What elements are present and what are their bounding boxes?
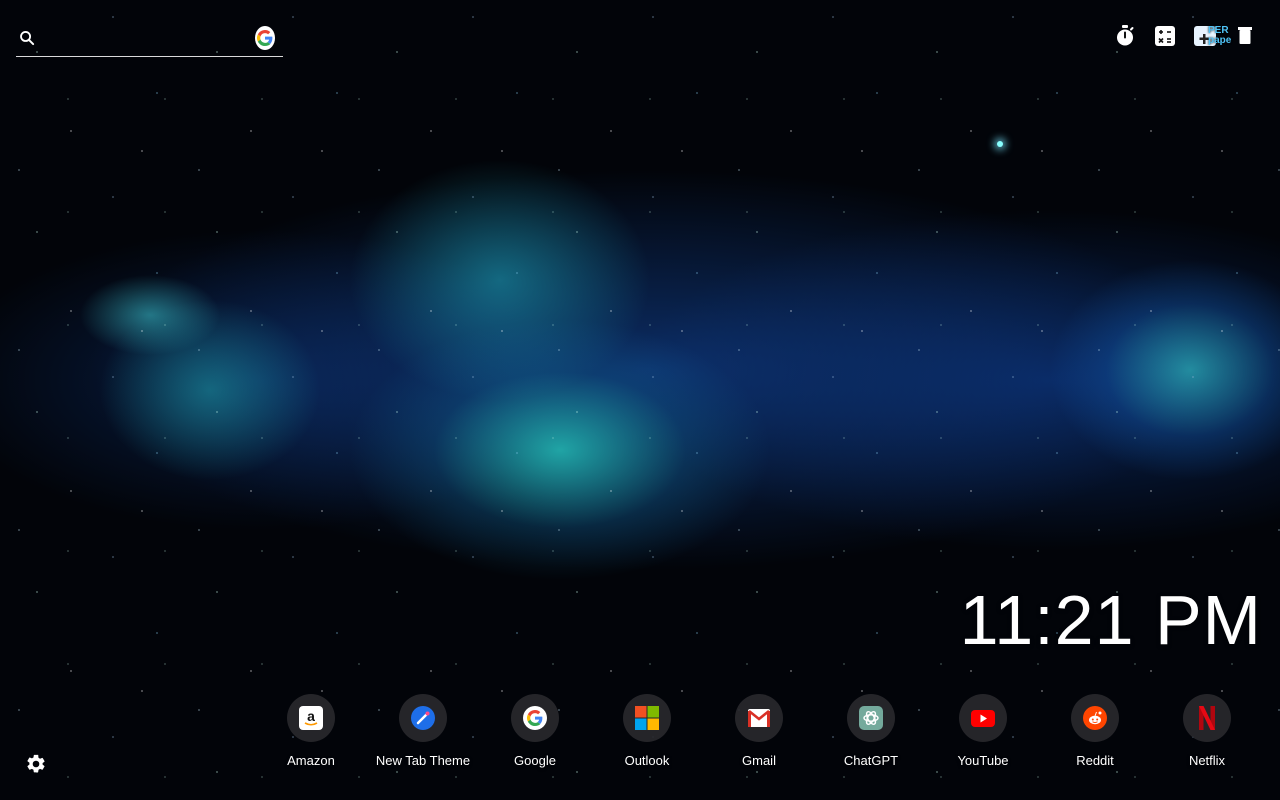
shortcut-label: Outlook [624, 753, 670, 768]
shortcut-amazon[interactable]: a Amazon [255, 694, 367, 768]
reddit-icon [1083, 706, 1107, 730]
chatgpt-icon [859, 706, 883, 730]
shortcut-netflix[interactable]: Netflix [1151, 694, 1263, 768]
shortcut-label: YouTube [957, 753, 1009, 768]
shortcut-youtube[interactable]: YouTube [927, 694, 1039, 768]
clock-time: 11:21 PM [959, 581, 1262, 659]
shortcut-tile[interactable] [847, 694, 895, 742]
trash-icon [1238, 27, 1252, 44]
search-icon[interactable] [18, 27, 36, 49]
shortcut-google[interactable]: Google [479, 694, 591, 768]
shortcut-label: New Tab Theme [375, 753, 471, 768]
gear-icon[interactable] [25, 753, 47, 775]
shortcut-tile[interactable] [511, 694, 559, 742]
shortcut-tile[interactable] [399, 694, 447, 742]
shortcut-tile[interactable]: a [287, 694, 335, 742]
google-icon [523, 706, 547, 730]
wallpaper-promo-icon[interactable]: PER pape [1194, 24, 1254, 48]
shortcut-tile[interactable] [1071, 694, 1119, 742]
bright-star [997, 141, 1003, 147]
shortcut-reddit[interactable]: Reddit [1039, 694, 1151, 768]
netflix-icon [1195, 706, 1219, 730]
shortcut-tile[interactable] [959, 694, 1007, 742]
shortcut-outlook[interactable]: Outlook [591, 694, 703, 768]
shortcut-label: Google [514, 753, 556, 768]
promo-text: PER pape [1208, 25, 1232, 46]
shortcut-bar: a Amazon New Tab Theme Google Outlook Gm… [255, 694, 1263, 768]
svg-text:a: a [307, 708, 315, 724]
stopwatch-icon[interactable] [1114, 25, 1136, 47]
shortcut-chatgpt[interactable]: ChatGPT [815, 694, 927, 768]
youtube-icon [971, 706, 995, 730]
shortcut-new-tab-theme[interactable]: New Tab Theme [367, 694, 479, 768]
gmail-icon [747, 706, 771, 730]
google-g-icon[interactable] [255, 26, 275, 50]
amazon-icon: a [299, 706, 323, 730]
new-tab-theme-icon [411, 706, 435, 730]
shortcut-label: Netflix [1188, 753, 1226, 768]
calculator-icon[interactable] [1154, 25, 1176, 47]
shortcut-label: Amazon [287, 753, 335, 768]
top-toolbar: PER pape [1114, 24, 1254, 48]
shortcut-tile[interactable] [735, 694, 783, 742]
shortcut-label: Gmail [742, 753, 776, 768]
starfield-background-layer [0, 0, 1280, 800]
shortcut-tile[interactable] [1183, 694, 1231, 742]
search-input[interactable] [36, 23, 256, 53]
microsoft-icon [635, 706, 659, 730]
shortcut-label: ChatGPT [843, 753, 899, 768]
search-bar [16, 20, 283, 57]
shortcut-gmail[interactable]: Gmail [703, 694, 815, 768]
shortcut-tile[interactable] [623, 694, 671, 742]
shortcut-label: Reddit [1076, 753, 1114, 768]
